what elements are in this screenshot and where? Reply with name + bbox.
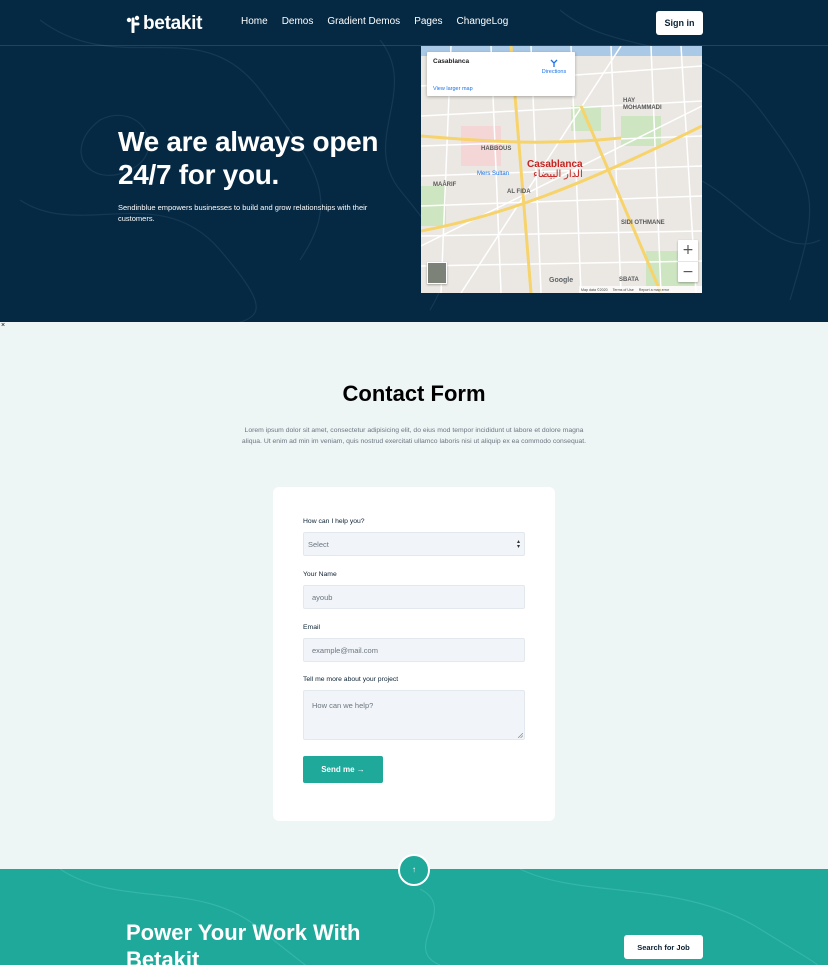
zoom-out-button[interactable]: − bbox=[678, 261, 698, 282]
map-footer: Map data ©2020 Terms of Use Report a map… bbox=[579, 286, 702, 293]
map-place-card: Casablanca Directions View larger map bbox=[427, 52, 575, 96]
contact-form-description: Lorem ipsum dolor sit amet, consectetur … bbox=[241, 427, 587, 445]
map-report-error-link[interactable]: Report a map error bbox=[639, 288, 669, 292]
map-data-credit: Map data ©2020 bbox=[581, 287, 608, 292]
contact-form-title: Contact Form bbox=[342, 381, 486, 406]
map-district-label: SIDI OTHMANE bbox=[621, 220, 665, 226]
directions-icon bbox=[550, 59, 558, 67]
embedded-map[interactable]: HABBOUS MAÂRIF AL FIDA SIDI OTHMANE HAY … bbox=[421, 46, 702, 293]
map-district-label: MAÂRIF bbox=[433, 182, 457, 188]
help-select[interactable]: Select ▴ ▾ bbox=[303, 532, 525, 556]
logo-text: betakit bbox=[143, 13, 203, 34]
resize-grip-icon[interactable] bbox=[518, 733, 523, 738]
name-input[interactable]: ayoub bbox=[303, 585, 525, 609]
close-icon[interactable]: × bbox=[1, 322, 5, 329]
map-district-label: HAY MOHAMMADI bbox=[623, 98, 662, 111]
hero-section: betakit Home Demos Gradient Demos Pages … bbox=[0, 0, 828, 322]
nav-links: Home Demos Gradient Demos Pages ChangeLo… bbox=[241, 16, 508, 27]
logo-mark-icon bbox=[126, 15, 140, 33]
cta-title: Power Your Work With Betakit bbox=[126, 920, 361, 965]
map-directions-label: Directions bbox=[541, 69, 567, 75]
sign-in-button[interactable]: Sign in bbox=[656, 11, 703, 35]
map-place-label: Mers Sultan bbox=[477, 171, 510, 177]
hero-subtitle: Sendinblue empowers businesses to build … bbox=[118, 203, 368, 223]
map-district-label: AL FIDA bbox=[507, 189, 531, 195]
project-textarea[interactable]: How can we help? bbox=[303, 690, 525, 740]
zoom-in-button[interactable]: + bbox=[678, 240, 698, 261]
view-larger-map-link[interactable]: View larger map bbox=[433, 86, 473, 92]
help-select-value: Select bbox=[308, 539, 329, 549]
map-district-label: SBATA bbox=[619, 277, 639, 283]
name-input-placeholder: ayoub bbox=[312, 592, 333, 602]
nav-link-gradient-demos[interactable]: Gradient Demos bbox=[327, 16, 400, 27]
contact-form: How can I help you? Select ▴ ▾ Your Name … bbox=[273, 487, 555, 821]
satellite-toggle[interactable] bbox=[427, 262, 447, 284]
select-arrows-icon: ▴ ▾ bbox=[516, 539, 520, 550]
map-terms-link[interactable]: Terms of Use bbox=[613, 288, 634, 292]
email-field-label: Email bbox=[303, 624, 320, 631]
map-place-title: Casablanca bbox=[433, 58, 470, 65]
help-select-label: How can I help you? bbox=[303, 518, 365, 525]
nav-link-pages[interactable]: Pages bbox=[414, 16, 442, 27]
brand-logo[interactable]: betakit bbox=[125, 12, 202, 36]
map-city-label-arabic: الدار البيضاء bbox=[533, 169, 583, 180]
search-for-job-button[interactable]: Search for Job bbox=[624, 935, 703, 959]
map-district-label: HABBOUS bbox=[481, 146, 512, 152]
scroll-to-top-button[interactable]: ↑ bbox=[398, 854, 430, 886]
nav-link-demos[interactable]: Demos bbox=[282, 16, 314, 27]
top-navbar: betakit Home Demos Gradient Demos Pages … bbox=[0, 0, 828, 46]
project-textarea-placeholder: How can we help? bbox=[312, 701, 374, 710]
project-field-label: Tell me more about your project bbox=[303, 676, 399, 683]
nav-link-changelog[interactable]: ChangeLog bbox=[457, 16, 509, 27]
hero-title: We are always open 24/7 for you. bbox=[118, 126, 379, 190]
send-button[interactable]: Send me → bbox=[303, 756, 383, 783]
name-field-label: Your Name bbox=[303, 571, 337, 578]
map-zoom-controls: + − bbox=[678, 240, 698, 282]
email-input[interactable]: example@mail.com bbox=[303, 638, 525, 662]
map-directions-button[interactable]: Directions bbox=[539, 58, 569, 75]
email-input-placeholder: example@mail.com bbox=[312, 645, 378, 655]
google-logo: Google bbox=[549, 277, 574, 284]
nav-link-home[interactable]: Home bbox=[241, 16, 268, 27]
